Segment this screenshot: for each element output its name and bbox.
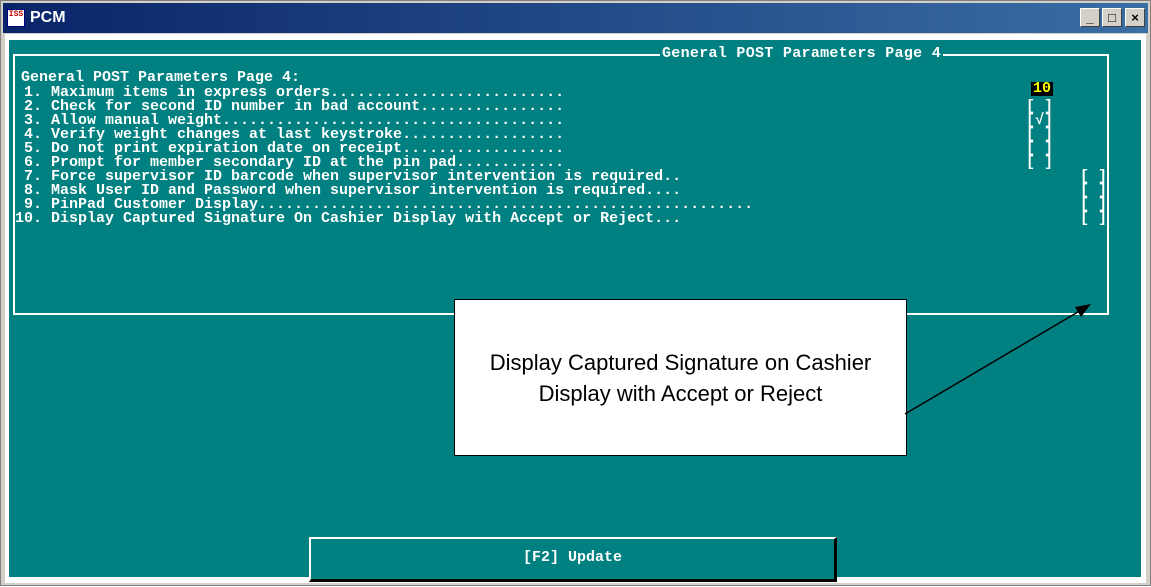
- pcm-window: ISS PCM _ □ × General POST Parameters Pa…: [0, 0, 1151, 586]
- callout-arrow-icon: [904, 304, 1091, 415]
